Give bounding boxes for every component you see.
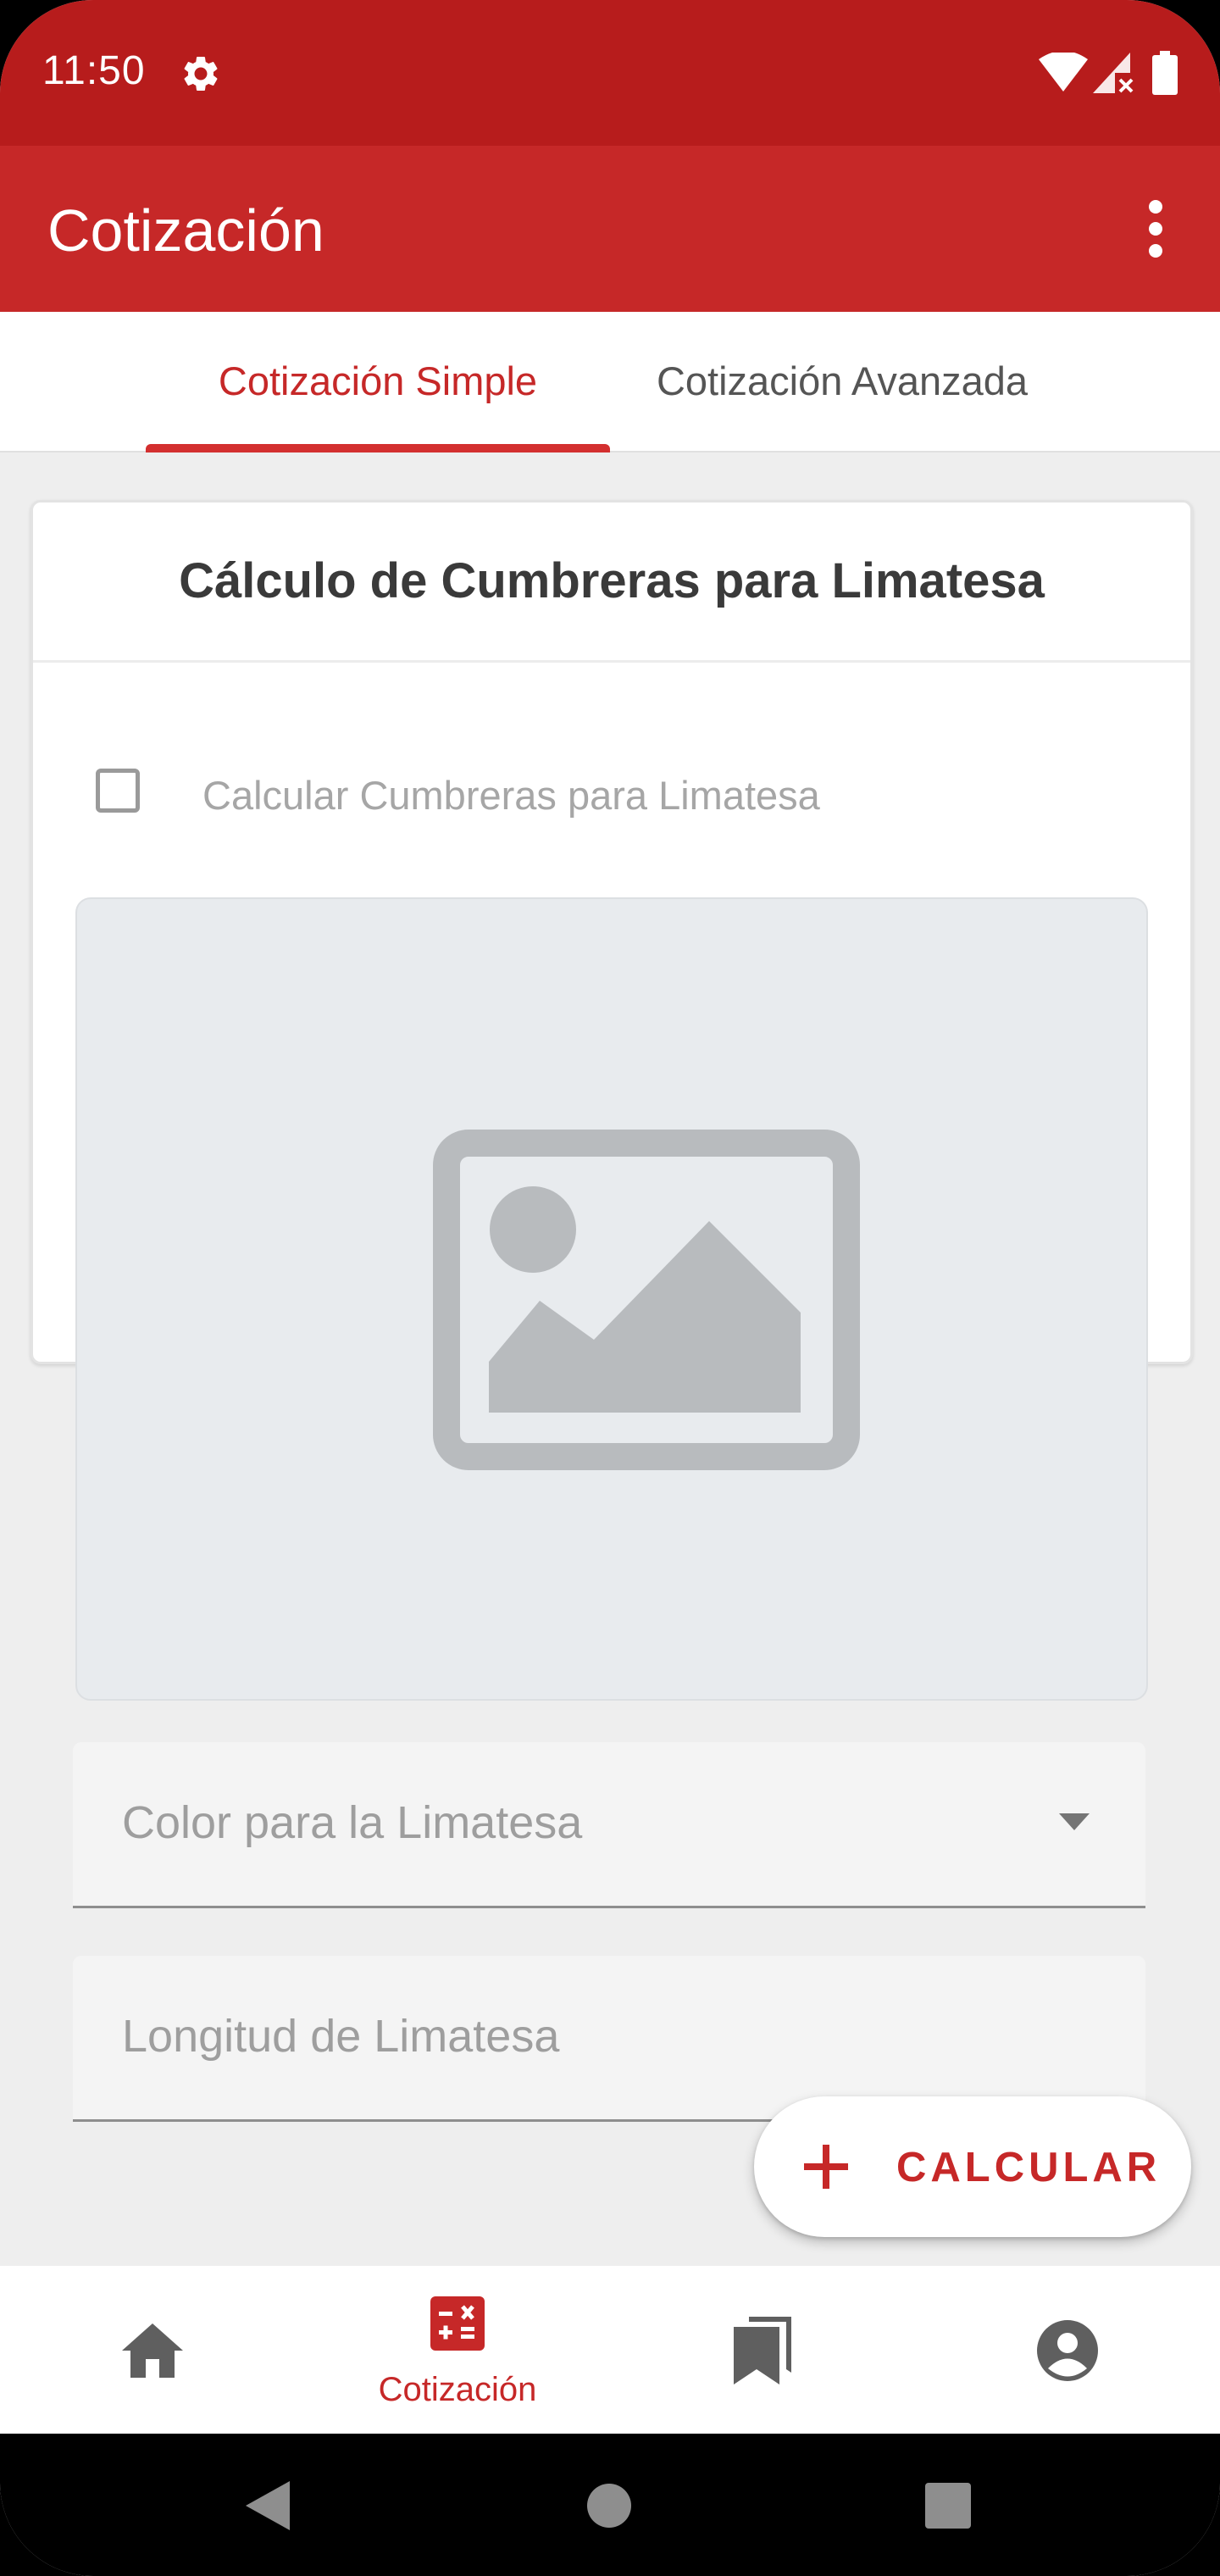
- home-circle-icon[interactable]: [586, 2483, 632, 2529]
- more-vert-icon[interactable]: [1137, 198, 1174, 259]
- card-title: Cálculo de Cumbreras para Limatesa: [33, 502, 1190, 663]
- length-field-placeholder: Longitud de Limatesa: [122, 2011, 560, 2062]
- system-navigation-bar: [0, 2434, 1220, 2576]
- nav-label-cotizacion: Cotización: [378, 2371, 537, 2408]
- app-bar: Cotización: [0, 146, 1220, 312]
- battery-icon: [1152, 51, 1178, 95]
- status-bar: 11:50: [0, 0, 1220, 146]
- tab-indicator: [146, 444, 610, 452]
- image-icon: [433, 1130, 860, 1470]
- arrow-drop-down-icon: [1059, 1813, 1090, 1830]
- phone-screen: 11:50 Cotización Cotización Simple Cotiz…: [0, 0, 1220, 2576]
- calculator-icon: [430, 2296, 485, 2351]
- recents-icon[interactable]: [925, 2483, 971, 2529]
- status-time: 11:50: [42, 48, 146, 93]
- back-icon[interactable]: [246, 2481, 293, 2530]
- color-limatesa-dropdown[interactable]: Color para la Limatesa: [73, 1742, 1145, 1908]
- account-icon: [1037, 2320, 1098, 2381]
- calcular-button[interactable]: CALCULAR: [754, 2096, 1191, 2237]
- limatesa-card: Cálculo de Cumbreras para Limatesa Calcu…: [30, 500, 1193, 1701]
- nav-home[interactable]: [0, 2266, 305, 2434]
- home-icon: [122, 2323, 183, 2378]
- image-placeholder: [75, 897, 1148, 1701]
- bottom-navigation: Cotización: [0, 2266, 1220, 2434]
- wifi-icon: [1039, 53, 1088, 92]
- tab-cotizacion-avanzada[interactable]: Cotización Avanzada: [610, 312, 1074, 451]
- checkbox-label: Calcular Cumbreras para Limatesa: [202, 773, 820, 818]
- plus-icon: [804, 2145, 848, 2189]
- tab-cotizacion-simple[interactable]: Cotización Simple: [146, 312, 610, 451]
- nav-bookmarks[interactable]: [610, 2266, 915, 2434]
- bookmarks-icon: [734, 2317, 791, 2384]
- signal-icon: [1093, 53, 1134, 93]
- calcular-label: CALCULAR: [896, 2145, 1162, 2190]
- app-title: Cotización: [47, 197, 324, 264]
- nav-account[interactable]: [915, 2266, 1220, 2434]
- nav-cotizacion[interactable]: Cotización: [305, 2266, 610, 2434]
- color-field-placeholder: Color para la Limatesa: [122, 1797, 583, 1848]
- calcular-checkbox[interactable]: [96, 769, 140, 813]
- tab-bar: Cotización Simple Cotización Avanzada: [0, 312, 1220, 452]
- gear-icon: [184, 56, 218, 91]
